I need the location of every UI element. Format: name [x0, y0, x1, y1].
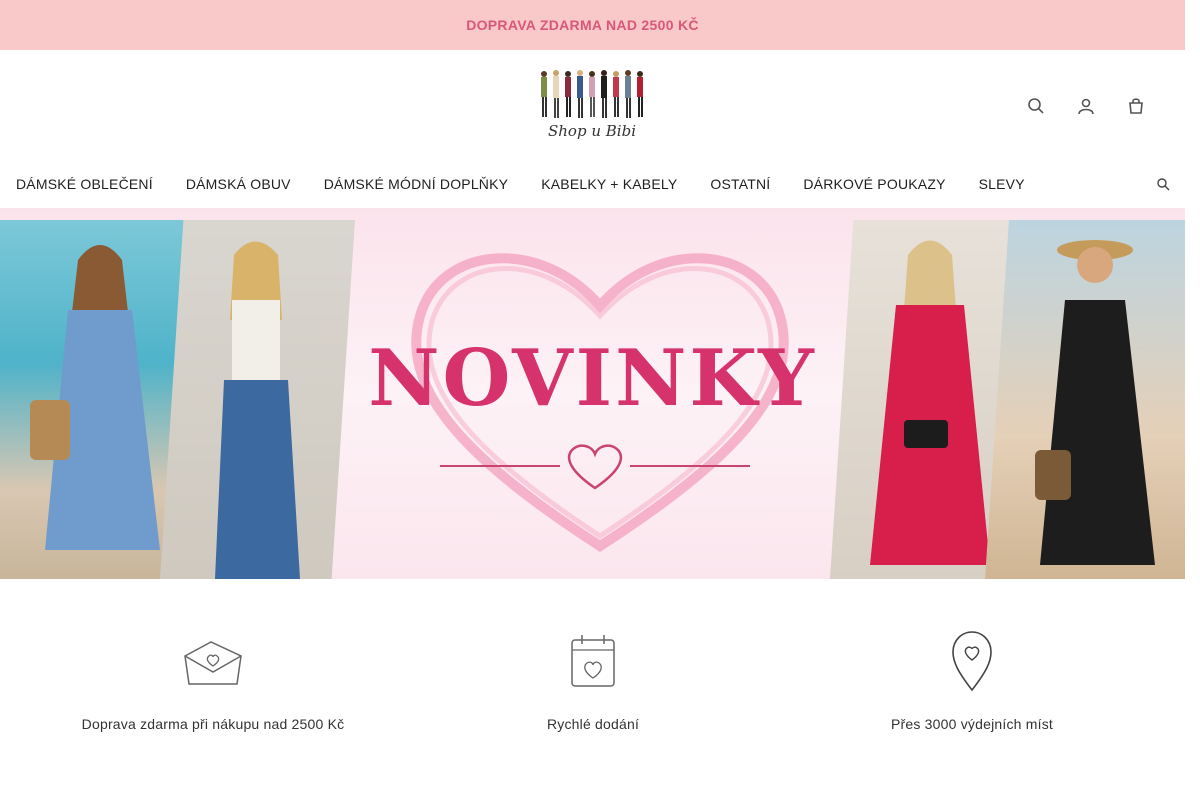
- calendar-heart-icon: [571, 635, 615, 687]
- banner-heart-divider-icon: [440, 444, 750, 490]
- scrollbar[interactable]: [1185, 0, 1200, 800]
- benefit-free-shipping: Doprava zdarma při nákupu nad 2500 Kč: [23, 630, 403, 732]
- benefit-label: Doprava zdarma při nákupu nad 2500 Kč: [81, 716, 345, 732]
- nav-item-damske-obleceni[interactable]: DÁMSKÉ OBLEČENÍ: [16, 176, 153, 192]
- announcement-bar: DOPRAVA ZDARMA NAD 2500 KČ: [0, 0, 1185, 50]
- nav-item-darkove-poukazy[interactable]: DÁRKOVÉ POUKAZY: [803, 176, 945, 192]
- banner-title: NOVINKY: [368, 333, 817, 424]
- site-header: Shop u Bibi: [0, 50, 1185, 160]
- user-icon[interactable]: [1075, 96, 1097, 116]
- benefit-pickup-points: Přes 3000 výdejních míst: [782, 630, 1162, 732]
- model-photo-4: [985, 220, 1185, 579]
- map-pin-heart-icon: [952, 631, 992, 692]
- announcement-text[interactable]: DOPRAVA ZDARMA NAD 2500 KČ: [466, 17, 699, 33]
- nav-search-icon[interactable]: [1156, 177, 1170, 191]
- benefit-label: Rychlé dodání: [546, 716, 640, 732]
- benefit-label: Přes 3000 výdejních míst: [891, 716, 1053, 732]
- logo-text: Shop u Bibi: [548, 122, 636, 140]
- logo[interactable]: Shop u Bibi: [536, 68, 648, 144]
- header-actions: [1025, 96, 1147, 116]
- main-navigation: DÁMSKÉ OBLEČENÍ DÁMSKÁ OBUV DÁMSKÉ MÓDNÍ…: [0, 160, 1185, 208]
- benefits-section: Doprava zdarma při nákupu nad 2500 Kč Ry…: [0, 630, 1185, 750]
- cart-icon[interactable]: [1125, 96, 1147, 116]
- logo-illustration: [541, 70, 643, 118]
- search-icon[interactable]: [1025, 96, 1047, 116]
- nav-item-damska-obuv[interactable]: DÁMSKÁ OBUV: [186, 176, 291, 192]
- nav-item-slevy[interactable]: SLEVY: [979, 176, 1025, 192]
- benefit-fast-delivery: Rychlé dodání: [403, 630, 783, 732]
- hero-banner[interactable]: NOVINKY: [0, 208, 1185, 579]
- nav-item-kabelky[interactable]: KABELKY + KABELY: [541, 176, 677, 192]
- nav-item-ostatni[interactable]: OSTATNÍ: [710, 176, 770, 192]
- envelope-heart-icon: [184, 641, 242, 685]
- nav-item-damske-modni-doplnky[interactable]: DÁMSKÉ MÓDNÍ DOPLŇKY: [324, 176, 508, 192]
- model-photo-1: [0, 220, 185, 579]
